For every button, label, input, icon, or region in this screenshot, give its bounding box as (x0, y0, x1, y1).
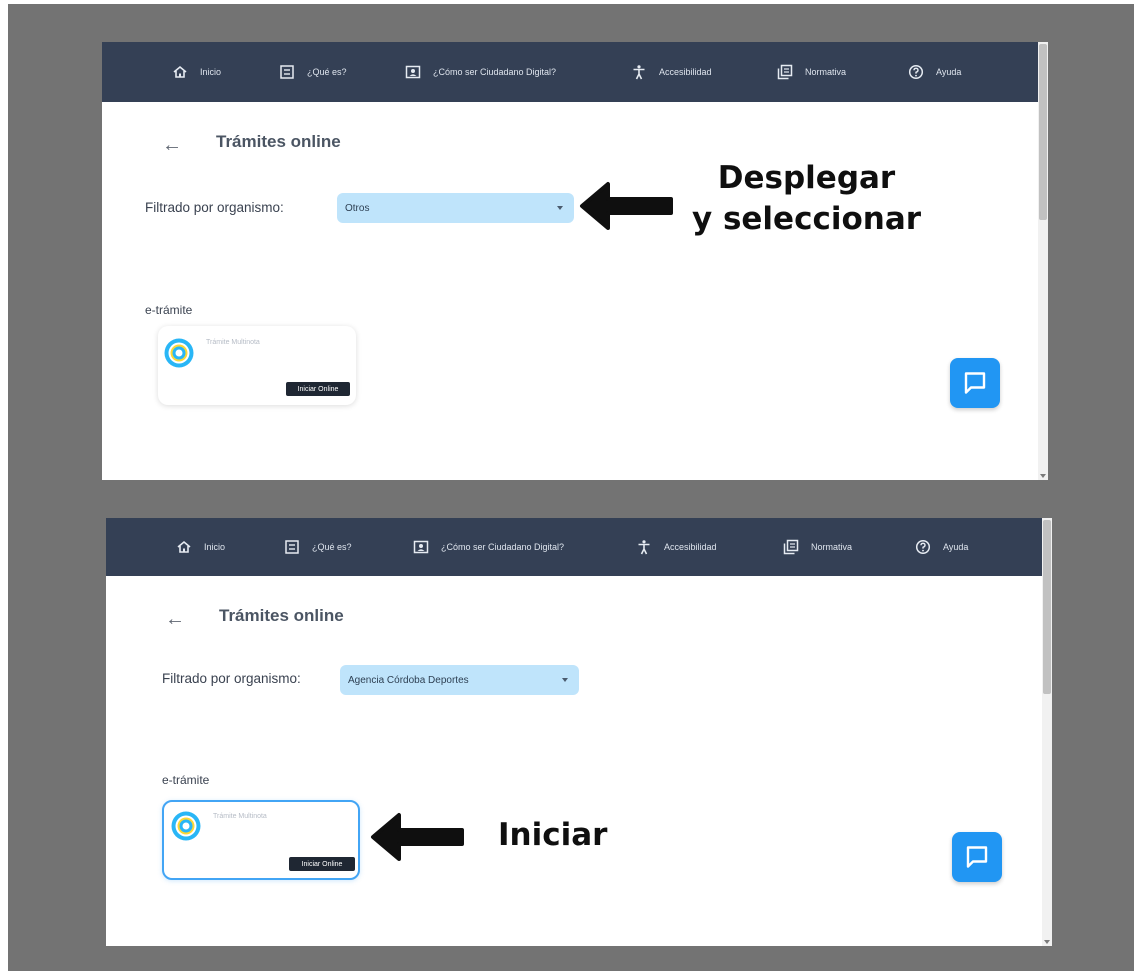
copy-icon (783, 539, 799, 555)
filter-label: Filtrado por organismo: (162, 671, 301, 686)
list-icon (285, 540, 299, 554)
accessibility-icon (633, 65, 645, 80)
section-label: e-trámite (162, 773, 210, 787)
nav-label-que-es: ¿Qué es? (312, 542, 352, 552)
nav-item-que-es[interactable]: ¿Qué es? (284, 518, 352, 576)
nav-item-normativa[interactable]: Normativa (777, 42, 846, 102)
organism-select-value: Otros (345, 202, 370, 214)
id-card-icon (413, 540, 429, 554)
page-title: Trámites online (219, 606, 344, 625)
back-arrow-icon[interactable]: ← (165, 609, 185, 629)
organism-select-value: Agencia Córdoba Deportes (348, 674, 469, 686)
annotation-line-1: Desplegar (717, 160, 896, 196)
nav-label-como-ser: ¿Cómo ser Ciudadano Digital? (433, 67, 557, 77)
scrollbar[interactable] (1042, 518, 1052, 946)
filter-label: Filtrado por organismo: (145, 200, 284, 215)
nav-label-accesibilidad: Accesibilidad (664, 542, 717, 552)
nav-label-inicio: Inicio (204, 542, 226, 552)
navbar: Inicio ¿Qué es? ¿Cómo ser Ciudadano Digi… (106, 518, 1052, 576)
nav-item-accesibilidad[interactable]: Accesibilidad (636, 518, 717, 576)
organism-select[interactable]: Otros (337, 193, 574, 223)
scrollbar-thumb[interactable] (1039, 44, 1047, 220)
nav-label-que-es: ¿Qué es? (307, 67, 347, 77)
tramite-logo-icon (164, 338, 194, 368)
nav-label-ayuda: Ayuda (943, 542, 969, 552)
annotation-arrow-left-icon (371, 813, 464, 861)
nav-item-como-ser[interactable]: ¿Cómo ser Ciudadano Digital? (405, 42, 556, 102)
chat-button[interactable] (952, 832, 1002, 882)
nav-item-ayuda[interactable]: Ayuda (915, 518, 968, 576)
chat-icon (964, 372, 986, 394)
nav-label-normativa: Normativa (805, 67, 847, 77)
accessibility-icon (638, 540, 650, 555)
nav-item-que-es[interactable]: ¿Qué es? (279, 42, 347, 102)
back-arrow-icon[interactable]: ← (162, 135, 182, 155)
nav-label-como-ser: ¿Cómo ser Ciudadano Digital? (441, 542, 565, 552)
tramite-logo-icon (171, 811, 201, 841)
page-title: Trámites online (216, 132, 341, 151)
scrollbar[interactable] (1038, 42, 1048, 480)
nav-item-inicio[interactable]: Inicio (176, 518, 225, 576)
chat-button[interactable] (950, 358, 1000, 408)
screenshot-top: Inicio ¿Qué es? ¿Cómo ser Ciudadano Digi… (102, 42, 1048, 480)
nav-item-normativa[interactable]: Normativa (783, 518, 852, 576)
nav-label-inicio: Inicio (200, 67, 222, 77)
section-label: e-trámite (145, 303, 193, 317)
list-icon (280, 65, 294, 79)
scroll-down-icon[interactable] (1044, 940, 1050, 944)
scroll-down-icon[interactable] (1040, 474, 1046, 478)
nav-item-accesibilidad[interactable]: Accesibilidad (631, 42, 712, 102)
copy-icon (777, 64, 793, 80)
start-online-button[interactable]: Iniciar Online (289, 857, 355, 871)
annotation-line-2: y seleccionar (691, 201, 922, 237)
id-card-icon (405, 65, 421, 79)
annotation-text-bottom: Iniciar (498, 817, 608, 853)
nav-label-accesibilidad: Accesibilidad (659, 67, 712, 77)
nav-label-ayuda: Ayuda (936, 67, 962, 77)
tramite-card[interactable]: Trámite Multinota Iniciar Online (162, 800, 360, 880)
chat-icon (966, 846, 988, 868)
nav-item-como-ser[interactable]: ¿Cómo ser Ciudadano Digital? (413, 518, 564, 576)
organism-select[interactable]: Agencia Córdoba Deportes (340, 665, 579, 695)
navbar: Inicio ¿Qué es? ¿Cómo ser Ciudadano Digi… (102, 42, 1048, 102)
nav-label-normativa: Normativa (811, 542, 853, 552)
help-icon (915, 539, 931, 555)
chevron-down-icon (562, 678, 568, 682)
annotation-arrow-left-icon (580, 182, 673, 230)
tramite-name: Trámite Multinota (213, 813, 267, 820)
screenshot-bottom: Inicio ¿Qué es? ¿Cómo ser Ciudadano Digi… (106, 518, 1052, 946)
chevron-down-icon (557, 206, 563, 210)
tramite-name: Trámite Multinota (206, 339, 260, 346)
start-online-button[interactable]: Iniciar Online (286, 382, 350, 396)
nav-item-ayuda[interactable]: Ayuda (908, 42, 961, 102)
home-icon (177, 540, 191, 553)
nav-item-inicio[interactable]: Inicio (172, 42, 221, 102)
home-icon (173, 65, 187, 78)
help-icon (908, 64, 924, 80)
tramite-card[interactable]: Trámite Multinota Iniciar Online (158, 326, 356, 405)
scrollbar-thumb[interactable] (1043, 520, 1051, 694)
annotation-text-top: Desplegar y seleccionar (684, 158, 929, 240)
